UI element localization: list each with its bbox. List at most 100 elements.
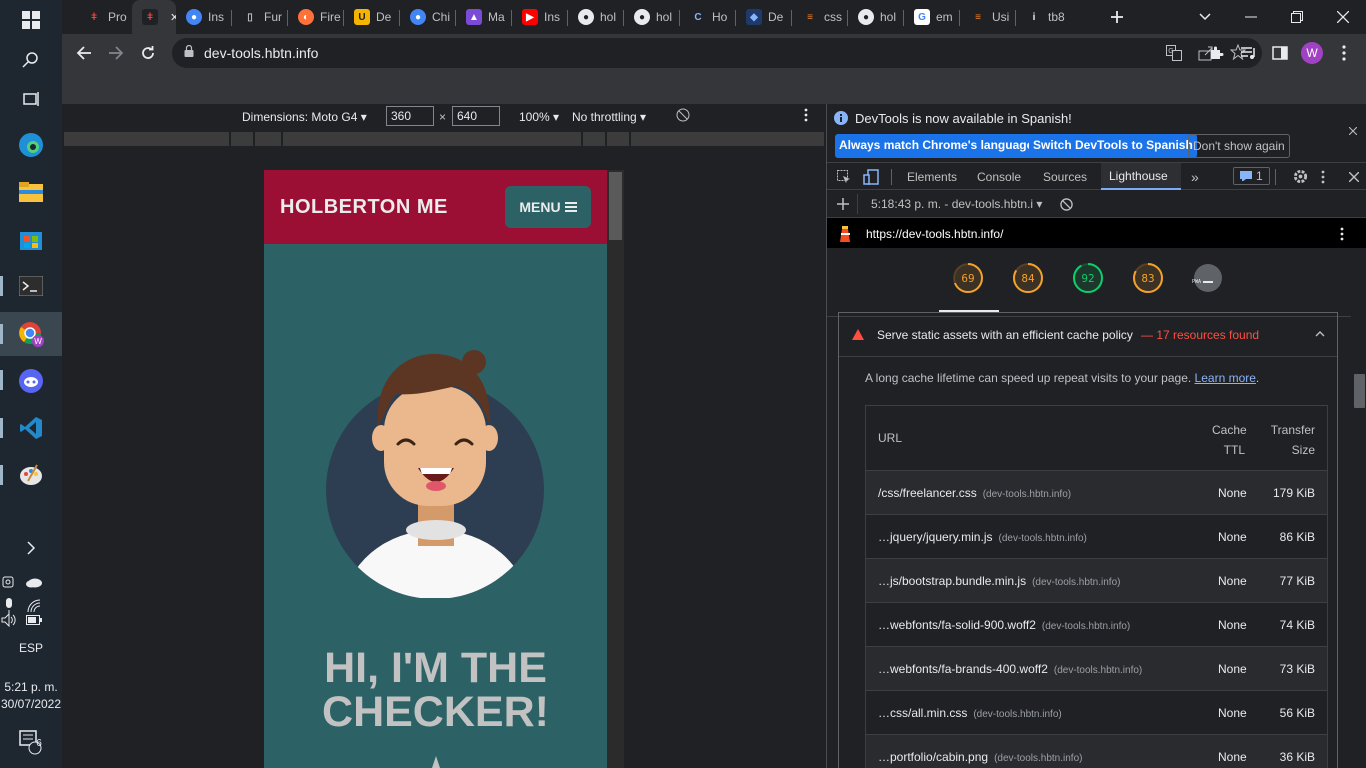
report-url[interactable]: https://dev-tools.hbtn.info/: [866, 227, 1003, 241]
score-gauge-4[interactable]: 83: [1132, 262, 1164, 294]
translate-icon[interactable]: G: [1166, 45, 1182, 66]
site-brand[interactable]: HOLBERTON ME: [280, 196, 448, 219]
score-gauge-3[interactable]: 92: [1072, 262, 1104, 294]
resource-url[interactable]: …webfonts/fa-brands-400.woff2: [878, 662, 1048, 676]
report-select[interactable]: 5:18:43 p. m. - dev-tools.hbtn.i ▾: [871, 197, 1042, 211]
tab-11[interactable]: ● hol: [624, 0, 680, 34]
language-indicator[interactable]: ESP: [0, 641, 62, 655]
edge-icon[interactable]: [0, 125, 62, 165]
score-gauge-5[interactable]: PWA: [1192, 262, 1224, 294]
tab-4[interactable]: ▯ Fur: [232, 0, 288, 34]
close-devtools-icon[interactable]: [1341, 163, 1366, 190]
minimize-button[interactable]: [1228, 0, 1274, 34]
tab-5[interactable]: ◐ Fire: [288, 0, 344, 34]
tab-17[interactable]: ≡ Usi: [960, 0, 1016, 34]
infobar-close-icon[interactable]: [1349, 127, 1357, 135]
reload-button[interactable]: [134, 39, 162, 67]
forward-button[interactable]: [102, 39, 130, 67]
tab-2[interactable]: ǂ ✕: [132, 0, 176, 34]
terminal-icon[interactable]: [0, 266, 62, 306]
clear-reports-icon[interactable]: [1060, 198, 1073, 211]
tab-9[interactable]: ▶ Ins: [512, 0, 568, 34]
vscode-icon[interactable]: [0, 408, 62, 448]
score-gauge-2[interactable]: 84: [1012, 262, 1044, 294]
match-language-button[interactable]: Always match Chrome's language: [835, 134, 1038, 158]
file-explorer-icon[interactable]: [0, 172, 62, 212]
search-icon[interactable]: [0, 40, 62, 80]
tab-18[interactable]: i tb8: [1016, 0, 1072, 34]
tab-lighthouse[interactable]: Lighthouse: [1101, 163, 1181, 190]
media-query-bar[interactable]: [64, 132, 825, 146]
resource-url[interactable]: …js/bootstrap.bundle.min.js: [878, 574, 1026, 588]
zoom-select[interactable]: 100% ▾: [519, 110, 559, 124]
settings-gear-icon[interactable]: [1285, 163, 1316, 190]
new-tab-button[interactable]: [1100, 0, 1134, 34]
device-dimensions-select[interactable]: Dimensions: Moto G4 ▾: [242, 110, 367, 124]
height-input[interactable]: 640: [452, 106, 500, 126]
restore-button[interactable]: [1274, 0, 1320, 34]
audit-header[interactable]: Serve static assets with an efficient ca…: [839, 313, 1337, 357]
tab-search-icon[interactable]: [1182, 0, 1228, 34]
chrome-menu-icon[interactable]: [1330, 39, 1358, 67]
close-window-button[interactable]: [1320, 0, 1366, 34]
tab-10[interactable]: ● hol: [568, 0, 624, 34]
switch-language-button[interactable]: Switch DevTools to Spanish: [1029, 134, 1197, 158]
tab-16[interactable]: Gem: [904, 0, 960, 34]
learn-more-link[interactable]: Learn more: [1195, 371, 1256, 385]
resource-url[interactable]: …portfolio/cabin.png: [878, 750, 988, 764]
tab-elements[interactable]: Elements: [899, 163, 965, 190]
tab-13[interactable]: ◆ De: [736, 0, 792, 34]
throttling-select[interactable]: No throttling ▾: [572, 110, 646, 124]
tab-15[interactable]: ● hol: [848, 0, 904, 34]
menu-button[interactable]: MENU: [505, 186, 591, 228]
notification-icon[interactable]: [0, 722, 62, 762]
side-panel-icon[interactable]: [1266, 39, 1294, 67]
tab-6[interactable]: U De: [344, 0, 400, 34]
url-text[interactable]: dev-tools.hbtn.info: [204, 45, 318, 61]
score-gauge-1[interactable]: 69: [952, 262, 984, 294]
chrome-taskbar-icon[interactable]: W: [0, 312, 62, 356]
rotate-icon[interactable]: [676, 108, 690, 125]
resource-url[interactable]: …webfonts/fa-solid-900.woff2: [878, 618, 1036, 632]
clock-date[interactable]: 30/07/2022: [0, 697, 62, 711]
tab-3[interactable]: ● Ins: [176, 0, 232, 34]
tab-console[interactable]: Console: [969, 163, 1029, 190]
device-toggle-icon[interactable]: [855, 163, 887, 190]
hamburger-icon: [564, 202, 577, 212]
task-view-icon[interactable]: [0, 79, 62, 119]
new-report-icon[interactable]: [837, 198, 849, 210]
report-scrollbar[interactable]: [1351, 248, 1366, 768]
store-icon[interactable]: [0, 219, 62, 259]
discord-icon[interactable]: [0, 361, 62, 401]
chevron-up-icon[interactable]: [1315, 331, 1325, 337]
address-bar[interactable]: dev-tools.hbtn.info G: [172, 38, 1262, 68]
extensions-icon[interactable]: [1202, 39, 1230, 67]
battery-icon[interactable]: [14, 600, 54, 640]
tab-7[interactable]: ● Chi: [400, 0, 456, 34]
issues-counter[interactable]: 1: [1233, 167, 1270, 185]
media-control-icon[interactable]: [1234, 39, 1262, 67]
back-button[interactable]: [70, 39, 98, 67]
windows-start-icon[interactable]: [0, 0, 62, 40]
width-input[interactable]: 360: [386, 106, 434, 126]
resource-url[interactable]: …css/all.min.css: [878, 706, 967, 720]
preview-scroll-thumb[interactable]: [609, 172, 622, 240]
paint-icon[interactable]: [0, 455, 62, 495]
dont-show-again-button[interactable]: Don't show again: [1188, 134, 1290, 158]
device-menu-icon[interactable]: [804, 108, 808, 125]
devtools-menu-icon[interactable]: [1313, 163, 1333, 190]
resource-url[interactable]: …jquery/jquery.min.js: [878, 530, 992, 544]
resource-url[interactable]: /css/freelancer.css: [878, 486, 977, 500]
tab-12[interactable]: C Ho: [680, 0, 736, 34]
tab-8[interactable]: ▲ Ma: [456, 0, 512, 34]
report-menu-icon[interactable]: [1340, 227, 1344, 241]
lock-icon[interactable]: [184, 45, 194, 57]
tab-14[interactable]: ≡ css: [792, 0, 848, 34]
clock-time[interactable]: 5:21 p. m.: [0, 680, 62, 694]
tab-sources[interactable]: Sources: [1035, 163, 1095, 190]
report-scroll-thumb[interactable]: [1354, 374, 1365, 408]
more-tabs-icon[interactable]: »: [1183, 163, 1207, 190]
profile-avatar[interactable]: W: [1298, 39, 1326, 67]
preview-scrollbar[interactable]: [607, 170, 624, 768]
tab-1[interactable]: ǂ Pro: [76, 0, 132, 34]
